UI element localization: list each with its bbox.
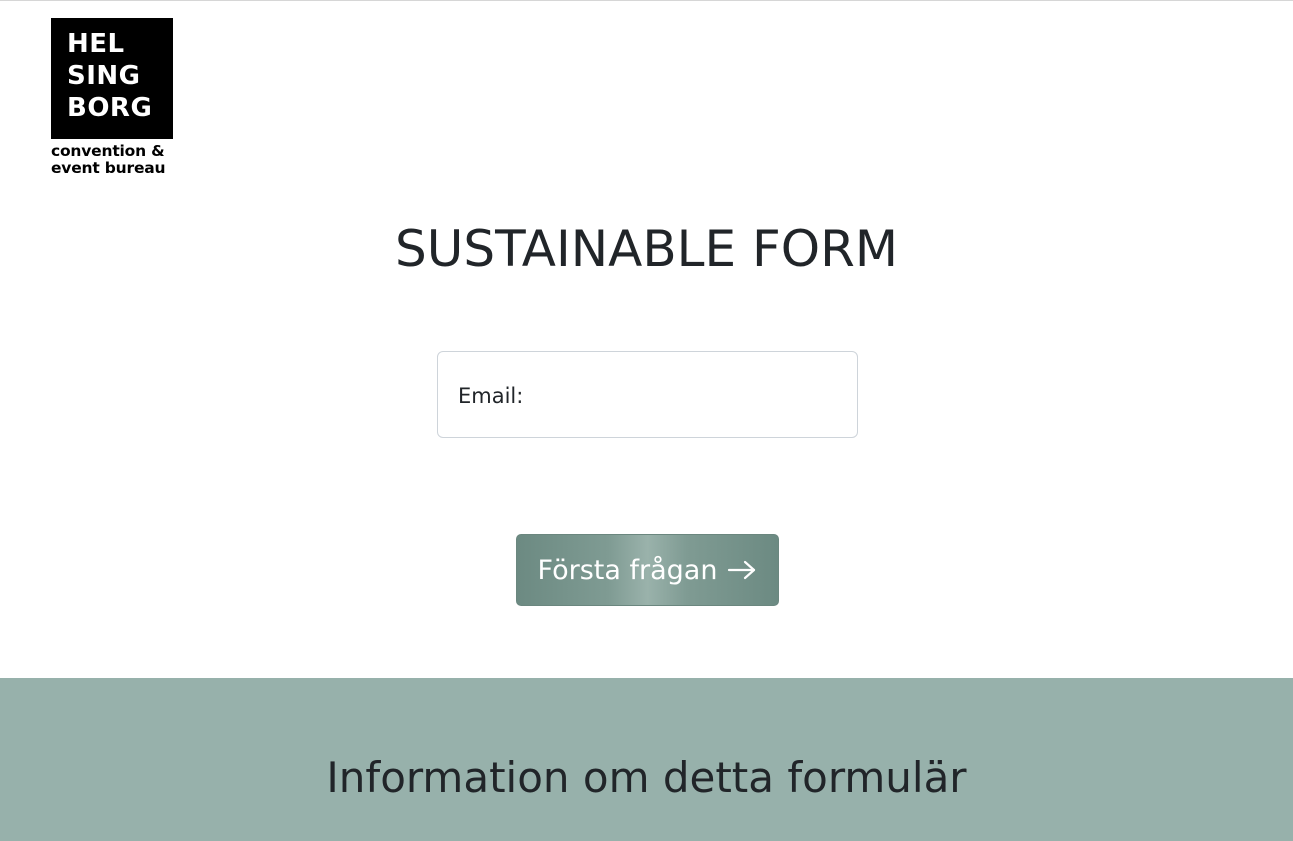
logo-subtitle: convention & event bureau: [51, 143, 173, 177]
first-question-button[interactable]: Första frågan: [516, 534, 779, 606]
email-field[interactable]: Email:: [437, 351, 858, 438]
arrow-right-icon: [728, 560, 756, 580]
page-title: SUSTAINABLE FORM: [395, 220, 898, 278]
email-input[interactable]: [538, 372, 842, 420]
logo-line: BORG: [67, 93, 153, 123]
info-section: Information om detta formulär: [0, 678, 1293, 841]
logo-line: SING: [67, 61, 141, 91]
logo-line: HEL: [67, 29, 125, 59]
first-question-button-label: Första frågan: [537, 554, 718, 586]
email-label: Email:: [458, 384, 524, 408]
info-title: Information om detta formulär: [326, 753, 967, 802]
page: HEL SING BORG convention & event bureau …: [0, 0, 1293, 841]
logo-subtitle-line: event bureau: [51, 159, 166, 177]
helsingborg-logo[interactable]: HEL SING BORG convention & event bureau: [51, 18, 173, 177]
logo-mark: HEL SING BORG: [51, 18, 173, 139]
logo-subtitle-line: convention &: [51, 142, 165, 160]
